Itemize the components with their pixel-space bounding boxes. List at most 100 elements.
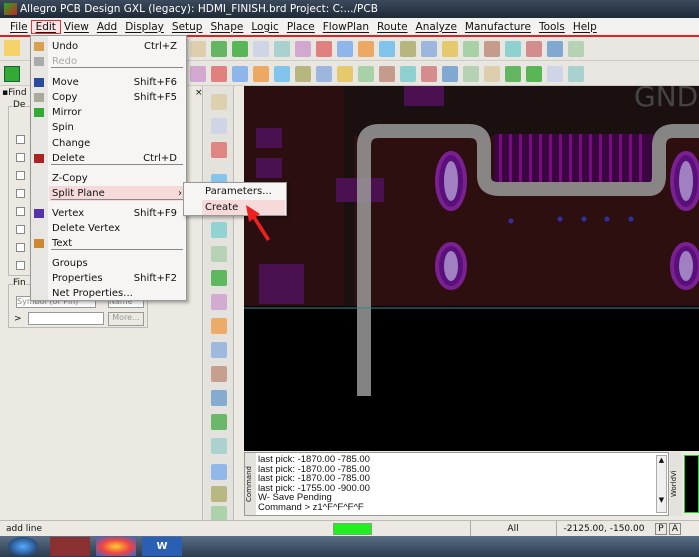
start-button[interactable] — [8, 537, 38, 556]
menu-setup[interactable]: Setup — [168, 21, 207, 33]
object-checkbox[interactable] — [16, 189, 25, 198]
find-name-input[interactable] — [28, 312, 104, 325]
toolbar-tool-icon[interactable] — [316, 65, 332, 82]
toolbar-tool-icon[interactable] — [379, 65, 395, 82]
menu-item-vertex[interactable]: Vertex Shift+F9 — [49, 206, 185, 221]
vertical-tool-icon[interactable] — [211, 94, 227, 110]
p-button[interactable]: P — [655, 523, 667, 535]
toolbar-tool-icon[interactable] — [568, 40, 584, 57]
menu-item-move[interactable]: Move Shift+F6 — [49, 75, 185, 90]
object-checkbox[interactable] — [16, 225, 25, 234]
pcb-canvas[interactable]: GND — [244, 86, 699, 451]
toolbar-tool-icon[interactable] — [400, 40, 416, 57]
toolbar-tool-icon[interactable] — [505, 40, 521, 57]
toolbar-tool-icon[interactable] — [358, 65, 374, 82]
close-icon[interactable]: × — [195, 88, 203, 98]
toolbar-tool-icon[interactable] — [442, 40, 458, 57]
toolbar-tool-icon[interactable] — [421, 40, 437, 57]
toolbar-tool-icon[interactable] — [421, 65, 437, 82]
toolbar-tool-icon[interactable] — [190, 65, 206, 82]
menu-item-spin[interactable]: Spin — [49, 120, 185, 135]
toolbar-tool-icon[interactable] — [274, 40, 290, 57]
vertical-tool-icon[interactable] — [211, 270, 227, 286]
menu-view[interactable]: View — [60, 21, 93, 33]
toolbar-tool-icon[interactable] — [295, 40, 311, 57]
world-view[interactable] — [684, 455, 699, 513]
menu-help[interactable]: Help — [569, 21, 601, 33]
toolbar-tool-icon[interactable] — [358, 40, 374, 57]
toolbar-tool-icon[interactable] — [211, 65, 227, 82]
vertical-tool-icon[interactable] — [211, 318, 227, 334]
toolbar-tool-icon[interactable] — [568, 65, 584, 82]
toolbar-tool-icon[interactable] — [295, 65, 311, 82]
toolbar-tool-icon[interactable] — [526, 65, 542, 82]
toolbar-tool-icon[interactable] — [463, 40, 479, 57]
toolbar-tool-icon[interactable] — [547, 40, 563, 57]
vertical-tool-icon[interactable] — [211, 438, 227, 454]
toolbar-tool-icon[interactable] — [337, 65, 353, 82]
a-button[interactable]: A — [669, 523, 681, 535]
object-checkbox[interactable] — [16, 153, 25, 162]
new-file-icon[interactable] — [4, 40, 20, 56]
toolbar-tool-icon[interactable] — [190, 40, 206, 57]
menu-item-delete-vertex[interactable]: Delete Vertex — [49, 221, 185, 236]
toolbar-tool-icon[interactable] — [232, 40, 248, 57]
taskbar-browser-icon[interactable] — [96, 537, 136, 556]
vertical-tool-icon[interactable] — [211, 294, 227, 310]
toolbar-tool-icon[interactable] — [484, 65, 500, 82]
object-checkbox[interactable] — [16, 261, 25, 270]
menu-item-change[interactable]: Change — [49, 136, 185, 151]
toolbar-tool-icon[interactable] — [463, 65, 479, 82]
menu-analyze[interactable]: Analyze — [412, 21, 461, 33]
menu-shape[interactable]: Shape — [206, 21, 247, 33]
menu-manufacture[interactable]: Manufacture — [461, 21, 535, 33]
toolbar-tool-icon[interactable] — [442, 65, 458, 82]
menu-item-mirror[interactable]: Mirror — [49, 105, 185, 120]
menu-place[interactable]: Place — [283, 21, 319, 33]
menu-edit[interactable]: Edit — [30, 19, 61, 34]
toolbar-tool-icon[interactable] — [379, 40, 395, 57]
object-checkbox[interactable] — [16, 243, 25, 252]
menu-item-properties[interactable]: Properties Shift+F2 — [49, 271, 185, 286]
menu-add[interactable]: Add — [93, 21, 121, 33]
menu-logic[interactable]: Logic — [247, 21, 282, 33]
menu-route[interactable]: Route — [373, 21, 411, 33]
toolbar-tool-icon[interactable] — [253, 40, 269, 57]
toolbar-tool-icon[interactable] — [484, 40, 500, 57]
taskbar-allegro-icon[interactable] — [50, 537, 90, 556]
vertical-tool-icon[interactable] — [211, 464, 227, 480]
vertical-tool-icon[interactable] — [211, 486, 227, 502]
toolbar-tool-icon[interactable] — [211, 40, 227, 57]
menu-file[interactable]: File — [6, 21, 32, 33]
toolbar-tool-icon[interactable] — [400, 65, 416, 82]
vertical-tool-icon[interactable] — [211, 414, 227, 430]
board-icon[interactable] — [4, 66, 20, 82]
toolbar-tool-icon[interactable] — [232, 65, 248, 82]
find-tab[interactable]: ▪Find — [2, 88, 27, 98]
menu-item-z-copy[interactable]: Z-Copy — [49, 171, 185, 186]
vertical-tool-icon[interactable] — [211, 390, 227, 406]
toolbar-tool-icon[interactable] — [526, 40, 542, 57]
object-checkbox[interactable] — [16, 135, 25, 144]
toolbar-tool-icon[interactable] — [274, 65, 290, 82]
toolbar-tool-icon[interactable] — [505, 65, 521, 82]
vertical-tool-icon[interactable] — [211, 222, 227, 238]
vertical-tool-icon[interactable] — [211, 142, 227, 158]
object-checkbox[interactable] — [16, 207, 25, 216]
command-scrollbar[interactable]: ▲ ▼ — [656, 455, 667, 513]
vertical-tool-icon[interactable] — [211, 366, 227, 382]
menu-item-undo[interactable]: Undo Ctrl+Z — [49, 39, 185, 54]
menu-flowplan[interactable]: FlowPlan — [319, 21, 373, 33]
toolbar-tool-icon[interactable] — [547, 65, 563, 82]
toolbar-tool-icon[interactable] — [337, 40, 353, 57]
object-checkbox[interactable] — [16, 171, 25, 180]
toolbar-tool-icon[interactable] — [316, 40, 332, 57]
menu-tools[interactable]: Tools — [535, 21, 569, 33]
menu-display[interactable]: Display — [121, 21, 168, 33]
vertical-tool-icon[interactable] — [211, 246, 227, 262]
vertical-tool-icon[interactable] — [211, 118, 227, 134]
menu-item-copy[interactable]: Copy Shift+F5 — [49, 90, 185, 105]
menu-item-net-properties[interactable]: Net Properties... — [49, 286, 185, 301]
vertical-tool-icon[interactable] — [211, 342, 227, 358]
toolbar-tool-icon[interactable] — [253, 65, 269, 82]
